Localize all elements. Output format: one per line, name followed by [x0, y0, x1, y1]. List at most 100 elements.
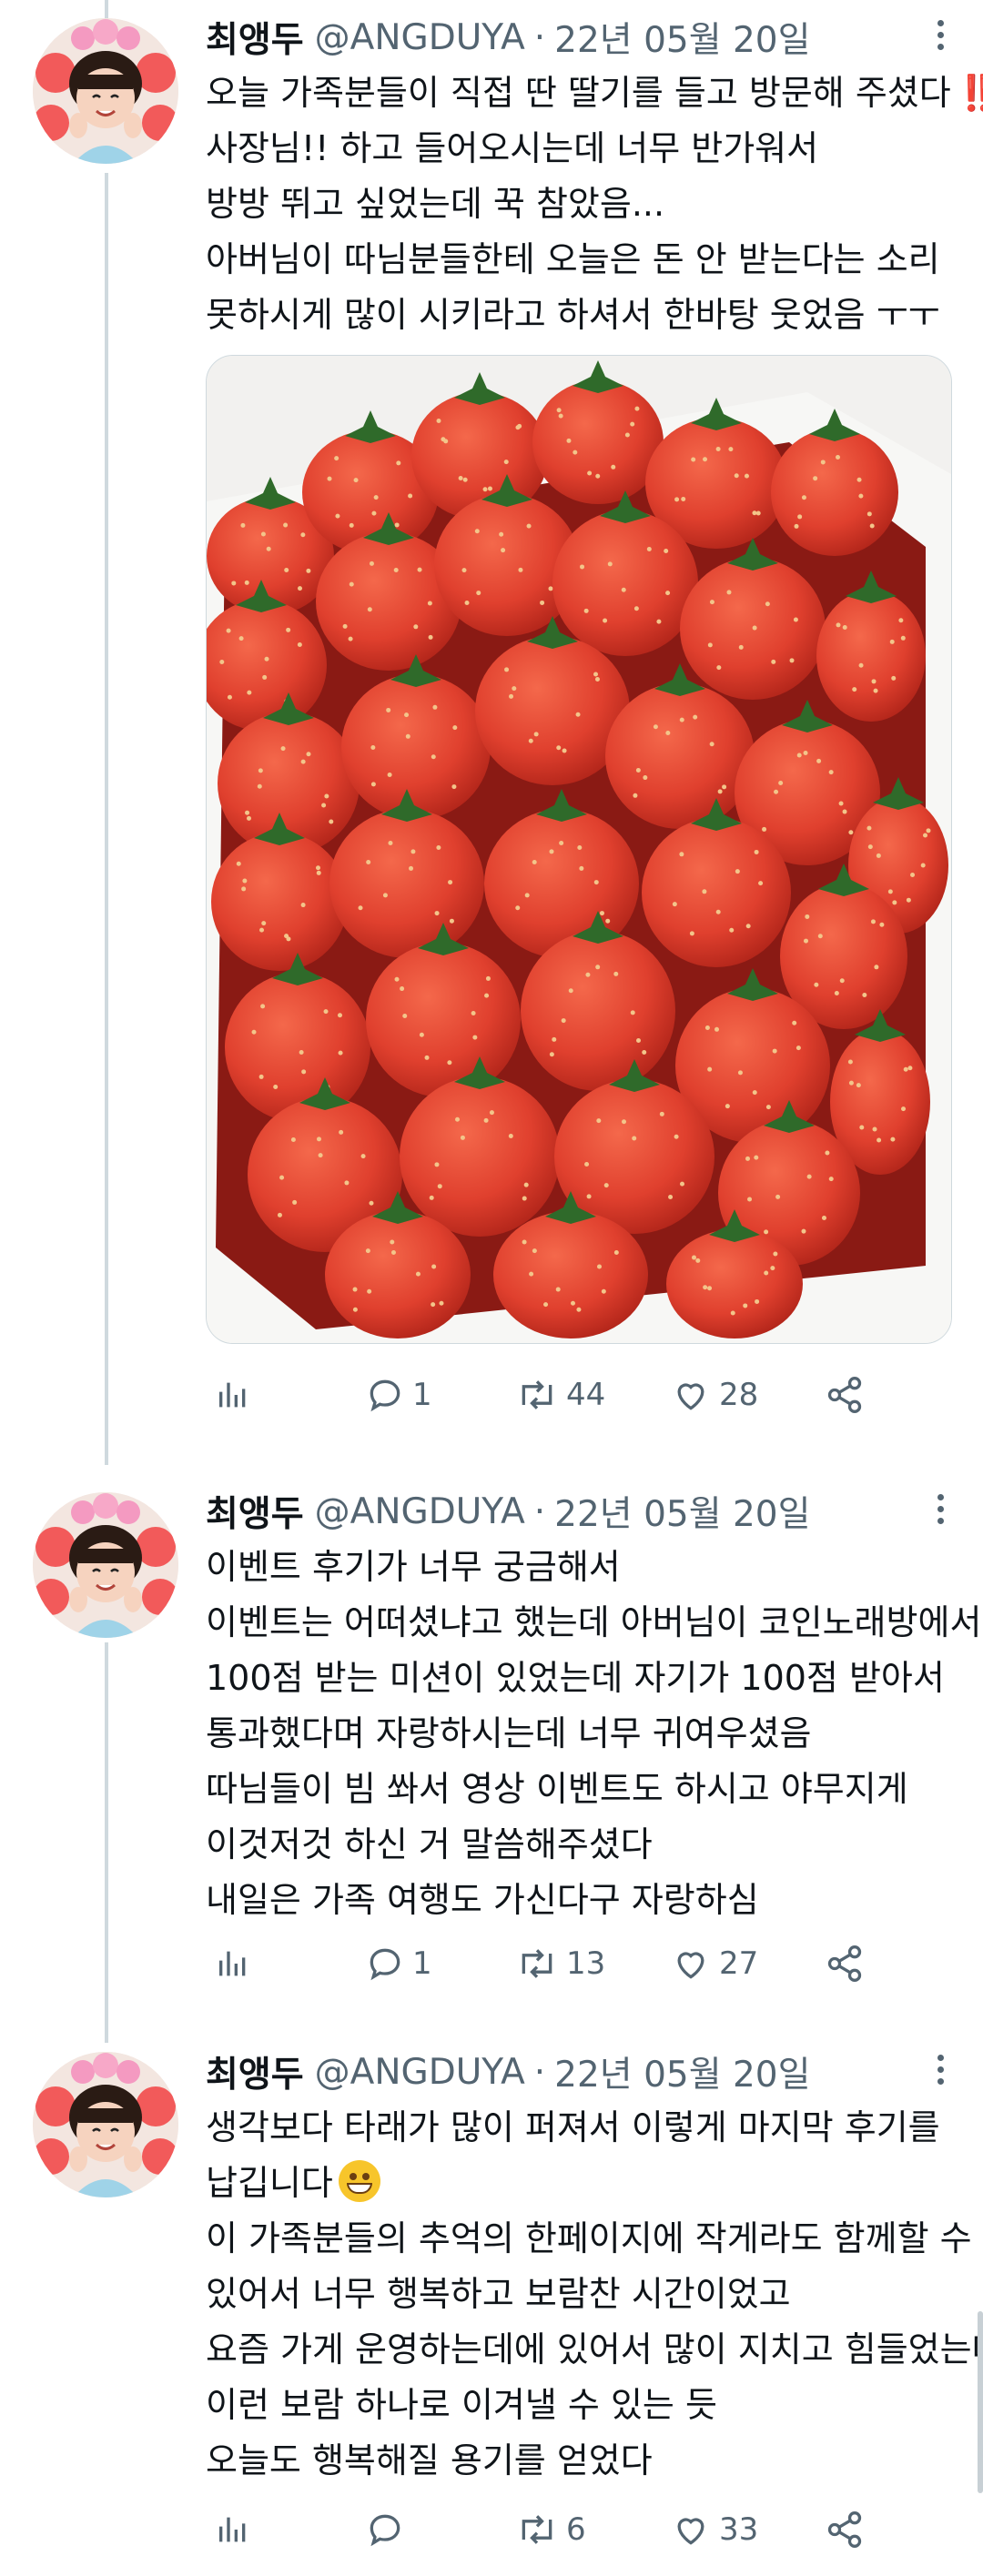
tweet-actions: 1 13 27	[206, 1938, 870, 1989]
avatar[interactable]	[33, 18, 178, 164]
strawberry-seed	[471, 1010, 476, 1015]
user-handle[interactable]: @ANGDUYA	[315, 1491, 525, 1532]
strawberry-seed	[259, 927, 265, 933]
share-button[interactable]	[825, 2504, 865, 2555]
timestamp[interactable]: 22년 05월 20일	[554, 12, 810, 63]
strawberry-seed	[323, 1009, 329, 1015]
scrollbar[interactable]	[978, 2311, 983, 2493]
strawberry-seed	[889, 639, 895, 644]
strawberry-seed	[681, 496, 686, 501]
tweet-line: 아버님이 따님분들한테 오늘은 돈 안 받는다는 소리	[206, 239, 940, 279]
strawberry-seed	[821, 1216, 826, 1221]
strawberry-seed	[533, 732, 539, 737]
strawberry-seed	[633, 606, 639, 611]
strawberry-seed	[532, 859, 537, 864]
strawberry-seed	[596, 1118, 602, 1124]
user-handle[interactable]: @ANGDUYA	[315, 17, 525, 58]
more-options-icon[interactable]	[934, 20, 947, 56]
strawberry-seed	[549, 849, 554, 854]
strawberry-seed	[318, 1153, 323, 1158]
strawberry-seed	[714, 1026, 720, 1032]
strawberry-seed	[522, 1196, 527, 1201]
strawberry-seed	[266, 546, 271, 551]
strawberry-seed	[404, 712, 410, 718]
strawberry-seed	[858, 493, 864, 499]
strawberry-seed	[707, 642, 713, 648]
reply-button[interactable]: 1	[365, 1938, 432, 1989]
display-name[interactable]: 최앵두	[206, 2046, 304, 2097]
reply-button[interactable]	[365, 2504, 412, 2555]
strawberry-seed	[770, 1266, 775, 1271]
analytics-button[interactable]	[215, 1369, 251, 1420]
strawberry-seed	[839, 978, 845, 984]
strawberry-seed	[801, 495, 806, 500]
strawberry-seed	[842, 624, 847, 630]
strawberry-seed	[290, 1137, 296, 1143]
strawberry-seed	[717, 789, 723, 794]
strawberry-seed	[635, 1038, 641, 1044]
more-options-icon[interactable]	[934, 1494, 947, 1530]
user-handle[interactable]: @ANGDUYA	[315, 2052, 525, 2093]
strawberry-seed	[436, 419, 441, 424]
like-button[interactable]: 33	[670, 2504, 758, 2555]
strawberry-seed	[543, 1302, 549, 1308]
strawberry-seed	[910, 873, 916, 878]
more-options-icon[interactable]	[934, 2055, 947, 2090]
avatar[interactable]	[33, 1492, 178, 1638]
tweet-photo-strawberries[interactable]	[206, 355, 952, 1344]
strawberry-seed	[820, 460, 826, 465]
timestamp[interactable]: 22년 05월 20일	[554, 2046, 810, 2097]
retweet-button[interactable]: 44	[515, 1369, 605, 1420]
like-button[interactable]: 27	[670, 1938, 758, 1989]
strawberry-seed	[715, 447, 721, 452]
strawberry-seed	[348, 636, 353, 641]
analytics-button[interactable]	[215, 1938, 251, 1989]
reply-button[interactable]: 1	[365, 1369, 432, 1420]
strawberry-seed	[335, 513, 340, 519]
retweet-button[interactable]: 13	[515, 1938, 605, 1989]
tweet-1[interactable]: 최앵두 @ANGDUYA · 22년 05월 20일 오늘 가족분들이 직접 딴…	[0, 0, 983, 1456]
share-button[interactable]	[825, 1369, 865, 1420]
tweet-3[interactable]: 최앵두 @ANGDUYA · 22년 05월 20일 생각보다 타래가 많이 퍼…	[0, 2029, 983, 2576]
strawberry	[211, 833, 348, 971]
strawberry-seed	[434, 911, 440, 916]
strawberry-seed	[892, 900, 897, 905]
strawberry-seed	[367, 1288, 372, 1294]
reply-icon	[370, 1379, 400, 1412]
strawberry-seed	[828, 1177, 834, 1182]
strawberry-seed	[789, 658, 795, 663]
share-button[interactable]	[825, 1938, 865, 1989]
strawberry-seed	[703, 1285, 708, 1290]
tweet-2[interactable]: 최앵두 @ANGDUYA · 22년 05월 20일 이벤트 후기가 너무 궁금…	[0, 1465, 983, 2029]
strawberry-seed	[334, 456, 339, 461]
strawberry-seed	[452, 725, 458, 731]
like-button[interactable]: 28	[670, 1369, 758, 1420]
strawberry-seed	[709, 600, 714, 605]
strawberry	[325, 1211, 471, 1339]
display-name[interactable]: 최앵두	[206, 12, 304, 63]
display-name[interactable]: 최앵두	[206, 1486, 304, 1537]
strawberry-seed	[353, 478, 359, 483]
strawberry-seed	[460, 1135, 465, 1140]
strawberry-seed	[394, 522, 400, 528]
retweet-button[interactable]: 6	[515, 2504, 586, 2555]
strawberry-seed	[575, 712, 581, 717]
avatar[interactable]	[33, 2052, 178, 2197]
strawberry-seed	[704, 1025, 710, 1030]
strawberry-seed	[621, 587, 626, 592]
strawberry-seed	[873, 688, 878, 693]
strawberry-seed	[635, 768, 641, 773]
strawberry-seed	[396, 460, 401, 466]
analytics-button[interactable]	[215, 2504, 251, 2555]
reply-icon	[370, 2514, 400, 2547]
strawberry-seed	[487, 486, 492, 491]
strawberry-seed	[388, 840, 393, 845]
strawberry-seed	[835, 455, 840, 460]
strawberry-seed	[630, 421, 635, 427]
strawberry-seed	[679, 1181, 684, 1187]
strawberry-seed	[241, 886, 247, 892]
timestamp[interactable]: 22년 05월 20일	[554, 1486, 810, 1537]
retweet-icon	[522, 2515, 552, 2544]
strawberry-seed	[632, 1136, 637, 1141]
strawberry-seed	[901, 1106, 907, 1112]
